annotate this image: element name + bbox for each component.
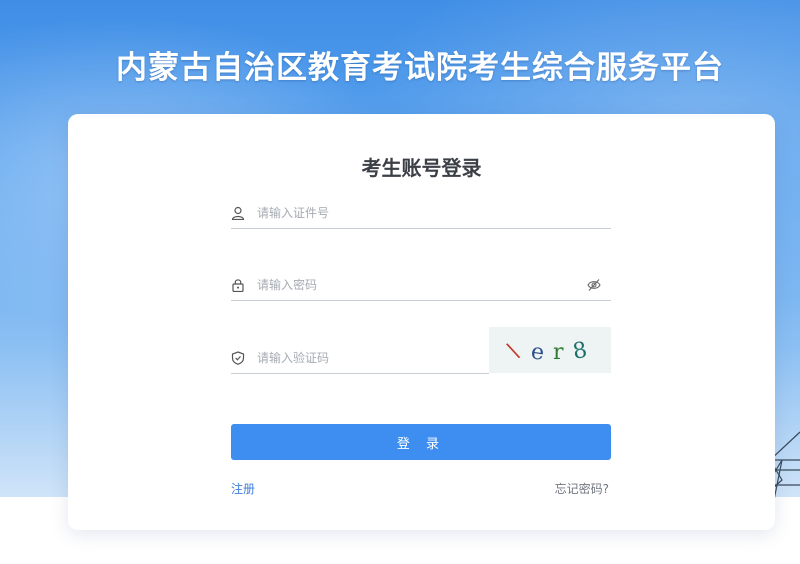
forgot-password-link[interactable]: 忘记密码? [555,480,609,497]
password-input[interactable] [257,274,577,296]
captcha-char-1: \ [505,338,523,364]
register-link[interactable]: 注册 [231,480,255,497]
user-icon [231,206,245,220]
id-number-field [231,200,611,229]
captcha-field [231,345,489,374]
captcha-input[interactable] [257,347,477,369]
captcha-char-4: 8 [571,338,589,365]
platform-title: 内蒙古自治区教育考试院考生综合服务平台 [116,50,724,86]
id-number-input[interactable] [257,202,577,224]
login-card: 考生账号登录 \ e r 8 [68,114,775,530]
captcha-char-2: e [529,339,545,366]
login-button[interactable]: 登 录 [231,424,611,460]
password-field [231,272,611,301]
captcha-image[interactable]: \ e r 8 [489,327,611,373]
captcha-char-3: r [553,340,564,365]
eye-off-icon[interactable] [587,278,601,292]
login-title: 考生账号登录 [361,156,482,180]
lock-icon [232,279,244,292]
shield-icon [231,351,245,365]
